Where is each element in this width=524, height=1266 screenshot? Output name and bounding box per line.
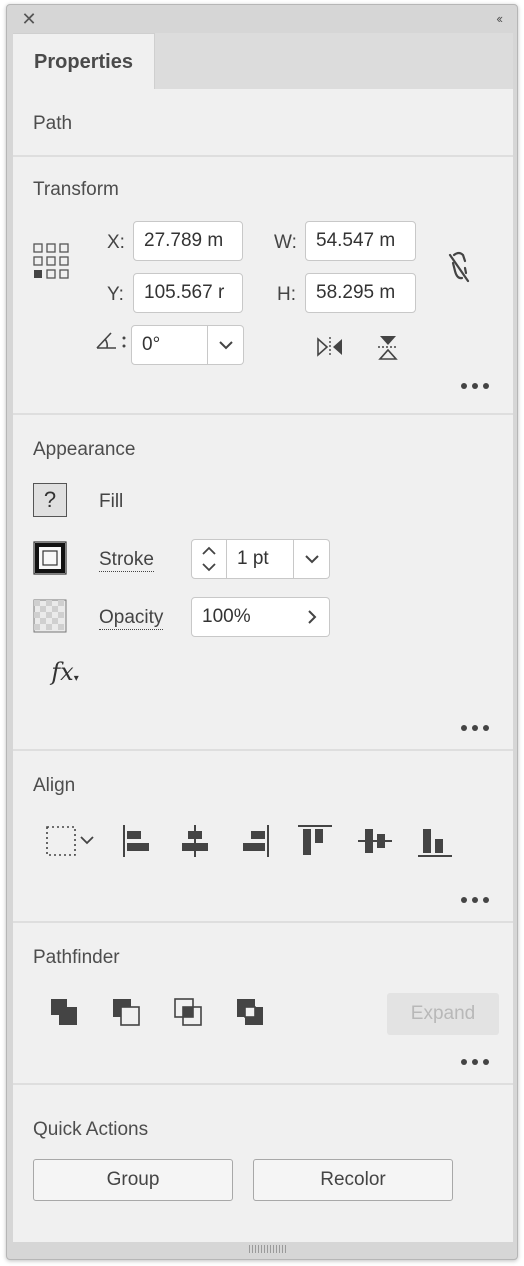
rotate-input[interactable]: 0° [131,325,208,365]
selection-type-label: Path [33,113,73,134]
align-section: Align [13,751,513,923]
appearance-title: Appearance [33,439,136,460]
chevron-right-icon [307,610,316,624]
align-left-icon[interactable] [119,823,155,859]
x-label: X: [107,232,125,253]
width-input[interactable]: 54.547 m [305,221,416,261]
opacity-input[interactable]: 100% [191,597,295,637]
height-input[interactable]: 58.295 m [305,273,416,313]
align-vertical-center-icon[interactable] [357,823,393,859]
group-button[interactable]: Group [33,1159,233,1201]
align-to-selection-icon[interactable] [43,823,97,859]
stroke-label[interactable]: Stroke [99,549,154,572]
fill-label: Fill [99,491,124,512]
minus-front-icon[interactable] [109,995,143,1029]
transform-section: Transform X: 27.789 m W: 54.547 m Y: 105… [13,157,513,415]
align-bottom-icon[interactable] [417,823,453,859]
opacity-label-text[interactable]: Opacity [99,607,164,630]
close-icon[interactable]: ✕ [21,10,37,28]
exclude-icon[interactable] [233,995,267,1029]
resize-gripper[interactable] [249,1245,289,1255]
pathfinder-section: Pathfinder Expand [13,923,513,1085]
collapse-icon[interactable]: ‹‹ [496,11,503,26]
stroke-weight-input[interactable]: 1 pt [226,539,294,579]
panel-titlebar: ✕ ‹‹ [7,5,517,33]
w-label: W: [274,232,297,253]
unite-icon[interactable] [47,995,81,1029]
appearance-section: Appearance ? Fill Stroke 1 pt Opacity 10… [13,415,513,751]
transform-more-options-icon[interactable] [461,379,495,393]
properties-panel-window: ✕ ‹‹ Properties Path Transform X: 27.789… [6,4,518,1260]
align-top-icon[interactable] [297,823,333,859]
align-more-options-icon[interactable] [461,893,495,907]
quick-actions-title: Quick Actions [33,1119,149,1140]
tab-properties[interactable]: Properties [13,33,155,90]
chevron-down-icon [304,555,319,564]
pathfinder-more-options-icon[interactable] [461,1055,495,1069]
x-input[interactable]: 27.789 m [133,221,243,261]
reference-point-icon[interactable] [31,241,71,281]
broken-link-icon[interactable] [441,247,477,287]
align-title: Align [33,775,76,796]
fx-label: fx [51,658,74,686]
stroke-stepper[interactable] [191,539,227,579]
quick-actions-section: Quick Actions Group Recolor [13,1085,513,1242]
stroke-label-text[interactable]: Stroke [99,549,154,572]
opacity-label[interactable]: Opacity [99,607,164,630]
flip-horizontal-icon[interactable] [315,333,345,361]
properties-panel-body: Path Transform X: 27.789 m W: 54.547 m Y… [13,89,513,1242]
intersect-icon[interactable] [171,995,205,1029]
rotate-angle-icon [93,327,129,353]
stepper-arrows-icon [202,546,216,572]
stroke-weight-dropdown[interactable] [294,539,330,579]
fx-effects-icon[interactable]: fx ▾ [47,655,83,689]
fill-swatch[interactable]: ? [33,483,67,517]
expand-button: Expand [387,993,499,1035]
chevron-down-icon [218,341,233,350]
pathfinder-title: Pathfinder [33,947,120,968]
appearance-more-options-icon[interactable] [461,721,495,735]
h-label: H: [277,284,296,305]
opacity-checker-icon [33,599,67,633]
selection-type-section: Path [13,89,513,157]
flip-vertical-icon[interactable] [373,333,403,361]
rotate-dropdown-button[interactable] [208,325,244,365]
stroke-swatch[interactable] [33,541,67,575]
opacity-slider-button[interactable] [294,597,330,637]
align-horizontal-center-icon[interactable] [177,823,213,859]
transform-title: Transform [33,179,119,200]
align-right-icon[interactable] [237,823,273,859]
y-label: Y: [107,284,124,305]
y-input[interactable]: 105.567 r [133,273,243,313]
recolor-button[interactable]: Recolor [253,1159,453,1201]
